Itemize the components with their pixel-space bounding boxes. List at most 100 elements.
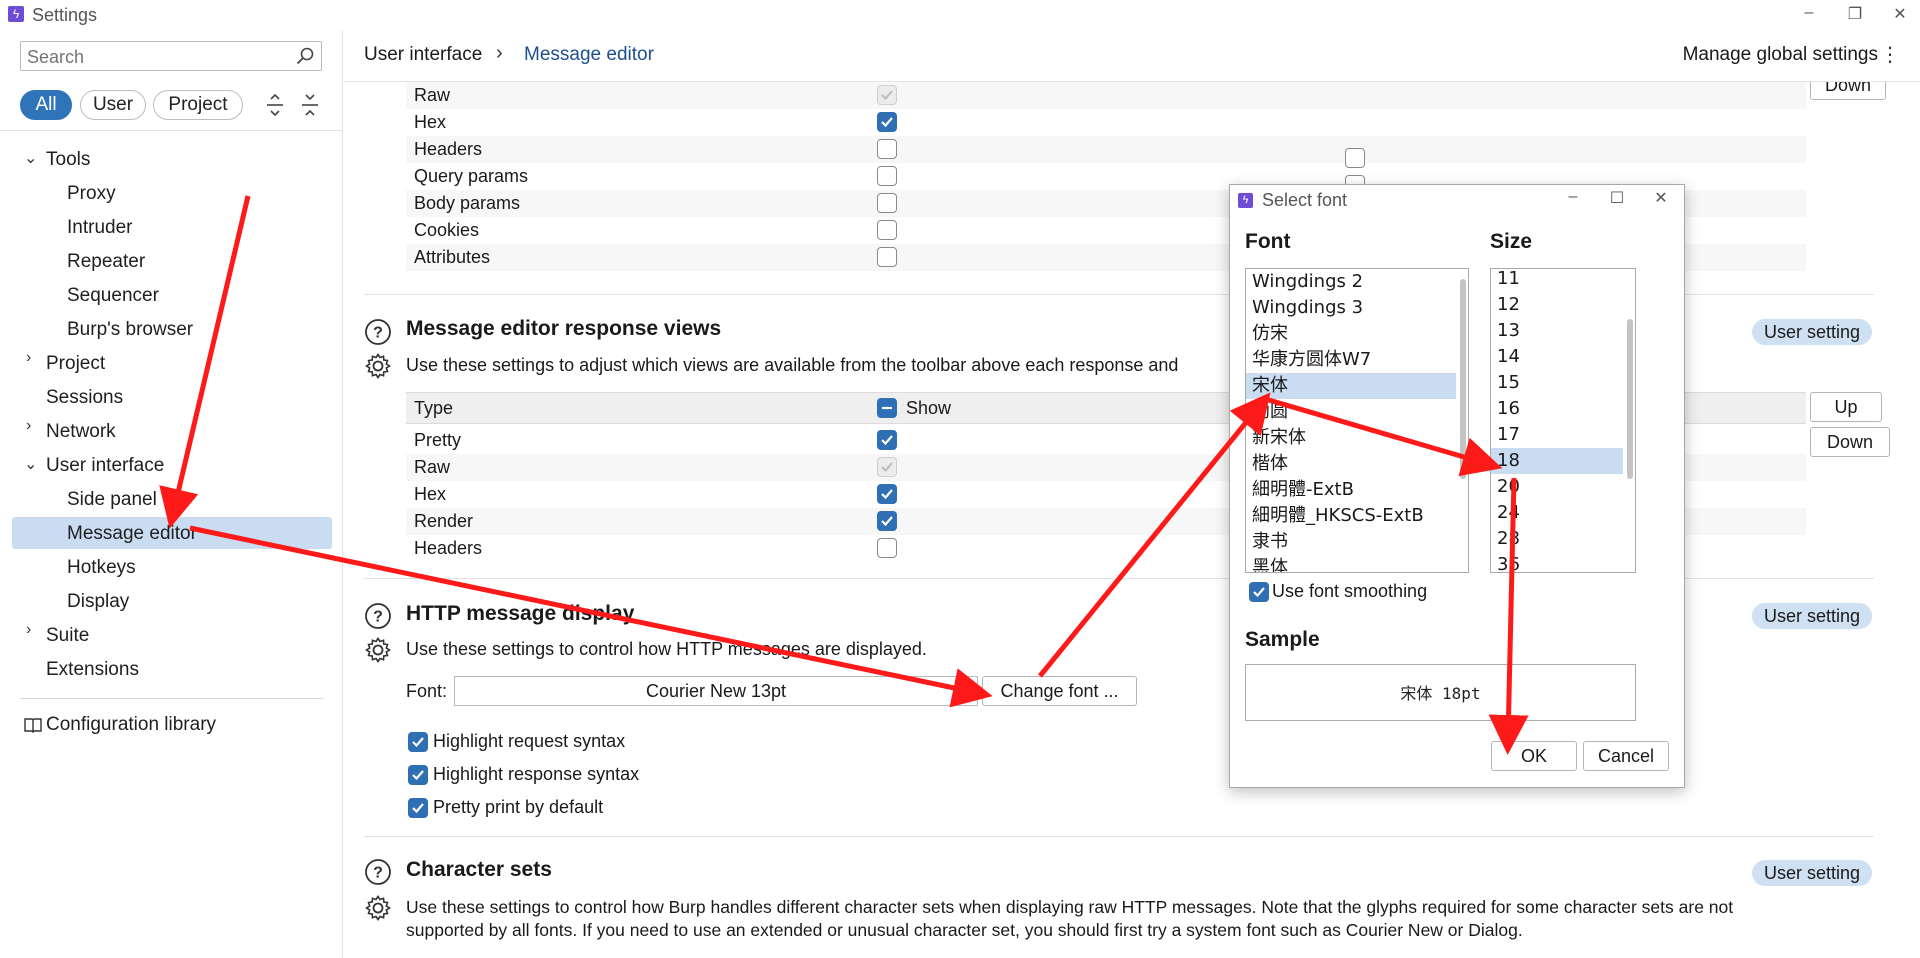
expand-all-icon[interactable] xyxy=(263,93,287,117)
nav-project[interactable]: Project xyxy=(46,349,105,379)
option-checkbox[interactable] xyxy=(408,732,428,752)
manage-global-settings-link[interactable]: Manage global settings xyxy=(1683,44,1878,66)
show-view-checkbox[interactable] xyxy=(877,139,897,159)
font-list-item[interactable]: 楷体 xyxy=(1246,451,1468,477)
font-list-item[interactable]: 仿宋 xyxy=(1246,321,1468,347)
search-input[interactable] xyxy=(27,46,277,68)
nav-display[interactable]: Display xyxy=(67,587,129,617)
show-view-checkbox[interactable] xyxy=(877,112,897,132)
show-view-checkbox[interactable] xyxy=(877,538,897,558)
show-view-checkbox[interactable] xyxy=(877,430,897,450)
collapse-all-icon[interactable] xyxy=(298,93,322,117)
column-type[interactable]: Type xyxy=(414,398,453,419)
font-list-item[interactable]: 細明體_HKSCS-ExtB xyxy=(1246,503,1468,529)
chevron-right-icon[interactable]: › xyxy=(26,417,31,435)
size-list-item[interactable]: 17 xyxy=(1491,422,1635,448)
show-view-checkbox[interactable] xyxy=(877,511,897,531)
filter-project-button[interactable]: Project xyxy=(153,90,243,120)
option-checkbox[interactable] xyxy=(408,765,428,785)
size-list-item[interactable]: 20 xyxy=(1491,474,1635,500)
close-window-button[interactable]: ✕ xyxy=(1885,4,1915,24)
move-up-button[interactable]: Up xyxy=(1810,392,1882,422)
dialog-minimize-button[interactable]: – xyxy=(1560,188,1586,206)
gear-icon[interactable] xyxy=(364,352,392,380)
title-bar: ϟ Settings – ❐ ✕ xyxy=(0,0,1920,30)
dialog-close-button[interactable]: ✕ xyxy=(1648,188,1674,208)
dialog-maximize-button[interactable]: ☐ xyxy=(1604,188,1630,208)
minimize-button[interactable]: – xyxy=(1794,4,1824,22)
size-list[interactable]: 36 28 24 20 18 17 16 15 14 13 12 11 xyxy=(1490,268,1636,573)
nav-message-editor[interactable]: Message editor xyxy=(67,519,197,549)
font-list-item[interactable]: 宋体 xyxy=(1246,373,1456,399)
size-list-item[interactable]: 15 xyxy=(1491,370,1635,396)
size-list-item[interactable]: 16 xyxy=(1491,396,1635,422)
move-down-button[interactable]: Down xyxy=(1810,82,1886,100)
size-list-item[interactable]: 12 xyxy=(1491,292,1635,318)
nav-side-panel[interactable]: Side panel xyxy=(67,485,157,515)
option-checkbox[interactable] xyxy=(408,798,428,818)
filter-all-button[interactable]: All xyxy=(20,90,72,120)
help-icon[interactable]: ? xyxy=(364,318,392,346)
sample-heading: Sample xyxy=(1245,628,1320,651)
nav-proxy[interactable]: Proxy xyxy=(67,179,116,209)
chevron-right-icon[interactable]: › xyxy=(26,349,31,367)
nav-repeater[interactable]: Repeater xyxy=(67,247,145,277)
more-options-icon[interactable]: ⋮ xyxy=(1880,42,1900,67)
size-list-item[interactable]: 24 xyxy=(1491,500,1635,526)
restore-button[interactable]: ❐ xyxy=(1840,4,1870,24)
font-list-item[interactable]: 細明體-ExtB xyxy=(1246,477,1468,503)
show-all-toggle[interactable] xyxy=(877,398,897,418)
size-list-item[interactable]: 11 xyxy=(1491,269,1635,292)
help-icon[interactable]: ? xyxy=(364,602,392,630)
nav-intruder[interactable]: Intruder xyxy=(67,213,132,243)
font-list-item[interactable]: 黑体 xyxy=(1246,555,1468,572)
nav-hotkeys[interactable]: Hotkeys xyxy=(67,553,136,583)
show-view-checkbox[interactable] xyxy=(877,220,897,240)
column-show[interactable]: Show xyxy=(906,398,951,419)
breadcrumb-parent[interactable]: User interface xyxy=(364,44,482,66)
nav-configuration-library[interactable]: Configuration library xyxy=(46,710,216,740)
show-view-checkbox[interactable] xyxy=(877,193,897,213)
view-type-label: Body params xyxy=(414,193,521,213)
cancel-button[interactable]: Cancel xyxy=(1583,741,1669,771)
font-list[interactable]: 黑体 隶书 細明體_HKSCS-ExtB 細明體-ExtB 楷体 新宋体 幼圆 宋体 华康方圆体… xyxy=(1245,268,1469,573)
size-list-item[interactable]: 28 xyxy=(1491,526,1635,552)
font-list-item[interactable]: 隶书 xyxy=(1246,529,1468,555)
size-list-item[interactable]: 14 xyxy=(1491,344,1635,370)
nav-extensions[interactable]: Extensions xyxy=(46,655,139,685)
move-down-button[interactable]: Down xyxy=(1810,427,1890,457)
burp-app-icon: ϟ xyxy=(8,6,24,22)
gear-icon[interactable] xyxy=(364,894,392,922)
nav-sequencer[interactable]: Sequencer xyxy=(67,281,159,311)
show-view-checkbox[interactable] xyxy=(877,247,897,267)
gear-icon[interactable] xyxy=(364,636,392,664)
chevron-down-icon[interactable]: ⌄ xyxy=(24,148,37,168)
chevron-right-icon[interactable]: › xyxy=(26,621,31,639)
chevron-down-icon[interactable]: ⌄ xyxy=(24,454,37,474)
font-list-item[interactable]: Wingdings 2 xyxy=(1246,269,1468,295)
search-icon[interactable] xyxy=(295,46,315,66)
size-list-scrollbar[interactable] xyxy=(1627,319,1633,479)
font-smoothing-checkbox[interactable] xyxy=(1249,582,1269,602)
change-font-button[interactable]: Change font ... xyxy=(982,676,1137,706)
font-list-item[interactable]: 幼圆 xyxy=(1246,399,1468,425)
nav-network[interactable]: Network xyxy=(46,417,116,447)
nav-burps-browser[interactable]: Burp's browser xyxy=(67,315,193,345)
help-icon[interactable]: ? xyxy=(364,858,392,886)
show-view-checkbox[interactable] xyxy=(877,484,897,504)
nav-sessions[interactable]: Sessions xyxy=(46,383,123,413)
ok-button[interactable]: OK xyxy=(1491,741,1577,771)
size-list-item[interactable]: 18 xyxy=(1491,448,1623,474)
nav-tools[interactable]: Tools xyxy=(46,145,90,175)
filter-user-button[interactable]: User xyxy=(80,90,146,120)
font-list-item[interactable]: 新宋体 xyxy=(1246,425,1468,451)
size-list-item[interactable]: 36 xyxy=(1491,552,1635,572)
font-list-item[interactable]: Wingdings 3 xyxy=(1246,295,1468,321)
font-list-scrollbar[interactable] xyxy=(1460,279,1466,479)
size-list-item[interactable]: 13 xyxy=(1491,318,1635,344)
nav-suite[interactable]: Suite xyxy=(46,621,89,651)
extra-column-checkbox[interactable] xyxy=(1345,148,1365,168)
nav-user-interface[interactable]: User interface xyxy=(46,451,164,481)
show-view-checkbox[interactable] xyxy=(877,166,897,186)
font-list-item[interactable]: 华康方圆体W7 xyxy=(1246,347,1468,373)
